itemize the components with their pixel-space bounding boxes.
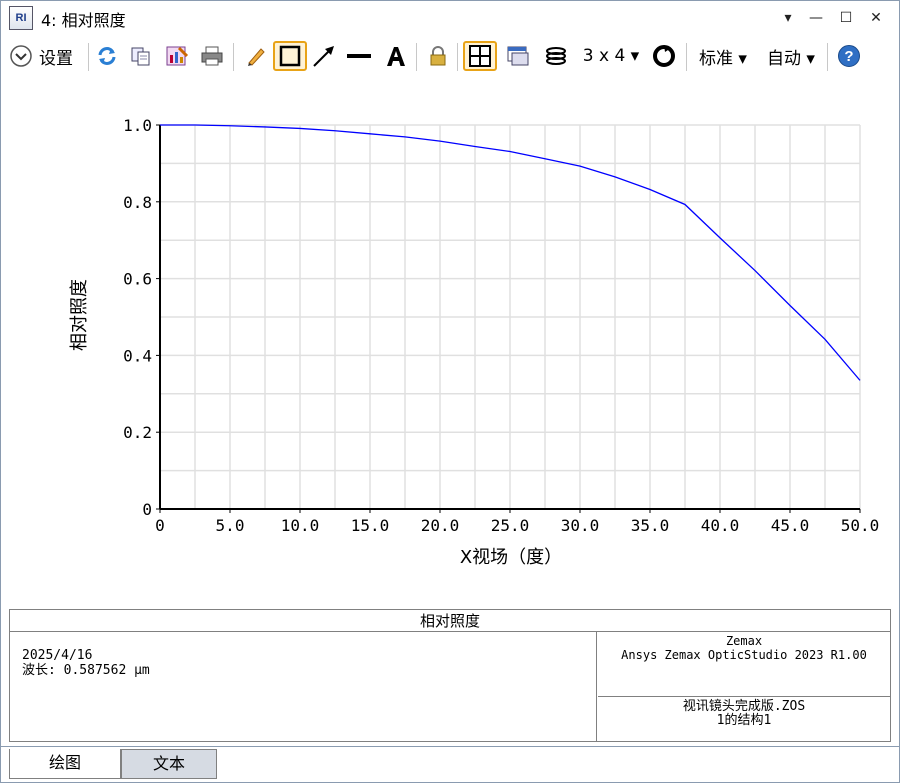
layers-icon: [544, 45, 568, 67]
info-details: 2025/4/16 波长: 0.587562 μm: [10, 632, 597, 741]
info-config: 1的结构1: [716, 713, 772, 728]
print-icon: [200, 45, 224, 67]
info-product: Ansys Zemax OpticStudio 2023 R1.00: [621, 648, 867, 662]
y-axis-label: 相对照度: [69, 279, 90, 351]
window-menu-dropdown-icon[interactable]: ▾: [777, 7, 799, 29]
toolbar: 设置 3 x 4 ▾ 标准 ▾ 自动 ▾ ?: [1, 37, 899, 77]
close-button[interactable]: ✕: [865, 7, 887, 29]
help-button[interactable]: ?: [835, 41, 863, 71]
tab-text[interactable]: 文本: [121, 749, 217, 779]
toolbar-separator: [416, 43, 417, 71]
export-button[interactable]: [163, 41, 191, 71]
info-title: 相对照度: [10, 610, 890, 632]
rectangle-tool[interactable]: [273, 41, 307, 71]
line-tool[interactable]: [344, 41, 374, 71]
auto-dropdown[interactable]: 自动 ▾: [761, 41, 821, 71]
settings-button[interactable]: 设置: [9, 41, 85, 71]
y-tick-label: 0.4: [123, 346, 152, 365]
refresh-button[interactable]: [94, 41, 120, 71]
pencil-tool[interactable]: [242, 41, 270, 71]
x-tick-label: 30.0: [561, 516, 600, 535]
info-filename: 视讯镜头完成版.ZOS: [682, 699, 806, 714]
layers-button[interactable]: [541, 41, 571, 71]
chart-area: 0 5.0 10.0 15.0 20.0 25.0 30.0 35.0 40.0 45.0 50.0…: [1, 79, 899, 604]
grid-layout-button[interactable]: [463, 41, 497, 71]
window-icon: [506, 45, 530, 67]
toolbar-separator: [233, 43, 234, 71]
standard-dropdown[interactable]: 标准 ▾: [693, 41, 753, 71]
x-tick-label: 25.0: [491, 516, 530, 535]
relative-illumination-chart: 0 5.0 10.0 15.0 20.0 25.0 30.0 35.0 40.0 45.0 50.0…: [69, 116, 879, 568]
arrow-line-icon: [311, 43, 337, 69]
x-axis-label: X视场（度）: [460, 547, 562, 568]
rotate-icon: [652, 44, 676, 68]
grid-layout-icon: [468, 44, 492, 68]
pencil-icon: [245, 45, 267, 67]
tab-bar: 绘图 文本: [1, 746, 899, 782]
copy-button[interactable]: [128, 41, 154, 71]
y-tick-label: 0.6: [123, 270, 152, 289]
toolbar-separator: [88, 43, 89, 71]
y-tick-labels: 0 0.2 0.4 0.6 0.8 1.0: [123, 116, 152, 519]
title-bar: RI 4: 相对照度 ▾ — ☐ ✕: [1, 1, 899, 35]
x-tick-label: 50.0: [841, 516, 880, 535]
settings-chevron-icon: [9, 44, 33, 68]
x-tick-label: 45.0: [771, 516, 810, 535]
line-icon: [346, 51, 372, 61]
window-title: 4: 相对照度: [41, 11, 126, 30]
svg-text:?: ?: [844, 48, 853, 65]
info-panel: 相对照度 2025/4/16 波长: 0.587562 μm Zemax Ans…: [9, 609, 891, 742]
chart-grid: [159, 124, 861, 510]
copy-icon: [130, 45, 152, 67]
toolbar-separator: [827, 43, 828, 71]
analysis-window: RI 4: 相对照度 ▾ — ☐ ✕ 设置 3 x 4 ▾ 标准 ▾ 自动 ▾ …: [0, 0, 900, 783]
lock-button[interactable]: [424, 41, 452, 71]
x-tick-label: 10.0: [281, 516, 320, 535]
refresh-icon: [96, 45, 118, 67]
arrow-line-tool[interactable]: [309, 41, 339, 71]
rotate-button[interactable]: [649, 41, 679, 71]
layout-label: 3 x 4 ▾: [582, 46, 640, 66]
settings-label: 设置: [39, 48, 73, 69]
info-company: Zemax: [725, 634, 763, 648]
y-tick-label: 0.2: [123, 423, 152, 442]
y-tick-label: 1.0: [123, 116, 152, 135]
x-tick-labels: 0 5.0 10.0 15.0 20.0 25.0 30.0 35.0 40.0 45.0 50.0: [155, 516, 879, 535]
x-tick-label: 5.0: [216, 516, 245, 535]
toolbar-separator: [686, 43, 687, 71]
x-tick-label: 20.0: [421, 516, 460, 535]
x-tick-label: 40.0: [701, 516, 740, 535]
text-icon: [384, 44, 408, 68]
info-file: 视讯镜头完成版.ZOS 1的结构1: [598, 698, 890, 741]
rectangle-icon: [278, 44, 302, 68]
info-date: 2025/4/16: [22, 648, 93, 663]
app-icon: RI: [9, 6, 33, 30]
tab-plot[interactable]: 绘图: [9, 749, 121, 779]
x-tick-label: 15.0: [351, 516, 390, 535]
auto-label: 自动 ▾: [767, 48, 815, 69]
y-tick-label: 0: [142, 500, 152, 519]
lock-icon: [428, 45, 448, 67]
info-vendor: Zemax Ansys Zemax OpticStudio 2023 R1.00: [598, 632, 890, 697]
layout-dropdown[interactable]: 3 x 4 ▾: [581, 41, 641, 71]
help-icon: ?: [837, 44, 861, 68]
maximize-button[interactable]: ☐: [835, 7, 857, 29]
standard-label: 标准 ▾: [699, 48, 747, 69]
y-tick-label: 0.8: [123, 193, 152, 212]
print-button[interactable]: [198, 41, 226, 71]
info-wavelength: 波长: 0.587562 μm: [22, 663, 150, 678]
minimize-button[interactable]: —: [805, 7, 827, 29]
toolbar-separator: [457, 43, 458, 71]
text-tool[interactable]: [381, 41, 411, 71]
window-button[interactable]: [503, 41, 533, 71]
export-icon: [165, 45, 189, 67]
x-tick-label: 35.0: [631, 516, 670, 535]
x-tick-label: 0: [155, 516, 165, 535]
